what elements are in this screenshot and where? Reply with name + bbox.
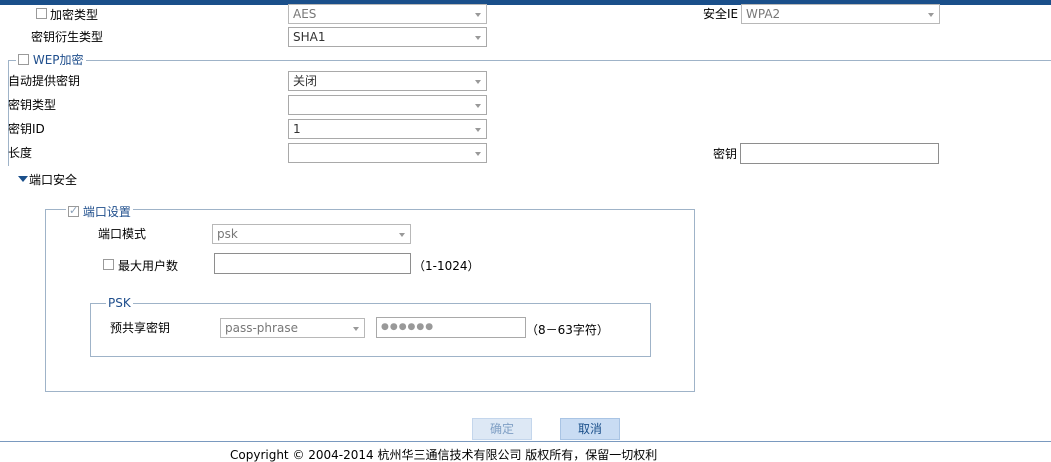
length-label: 长度	[8, 146, 33, 160]
key-derive-value: SHA1	[293, 30, 326, 44]
preshared-key-type-select[interactable]: pass-phrase	[220, 318, 365, 338]
port-security-title[interactable]: 端口安全	[29, 173, 77, 187]
security-ie-select[interactable]: WPA2	[741, 4, 940, 24]
chevron-down-icon	[475, 128, 481, 132]
port-mode-select[interactable]: psk	[212, 224, 411, 244]
chevron-down-icon	[399, 233, 405, 237]
key-type-select[interactable]	[288, 95, 487, 115]
key-input[interactable]	[740, 143, 939, 164]
max-users-input[interactable]	[214, 253, 411, 274]
cancel-button[interactable]: 取消	[560, 418, 620, 440]
auto-key-select[interactable]: 关闭	[288, 71, 487, 91]
psk-legend: PSK	[106, 296, 133, 310]
max-users-hint: （1-1024）	[413, 259, 480, 273]
auto-key-label: 自动提供密钥	[8, 74, 81, 88]
port-settings-legend: 端口设置	[66, 204, 133, 219]
port-settings-legend-text: 端口设置	[82, 205, 131, 219]
collapse-triangle-icon[interactable]	[18, 176, 28, 182]
security-ie-value: WPA2	[746, 7, 781, 21]
auto-key-value: 关闭	[293, 74, 318, 88]
wep-fieldset-border	[8, 60, 1051, 61]
wep-legend-text: WEP加密	[32, 53, 84, 67]
key-id-select[interactable]: 1	[288, 119, 487, 139]
port-settings-checkbox[interactable]	[68, 204, 79, 218]
chevron-down-icon	[928, 13, 934, 17]
footer-copyright: Copyright © 2004-2014 杭州华三通信技术有限公司 版权所有，…	[230, 448, 658, 462]
wep-legend: WEP加密	[16, 53, 86, 67]
preshared-key-label: 预共享密钥	[110, 321, 171, 335]
chevron-down-icon	[475, 104, 481, 108]
chevron-down-icon	[353, 327, 359, 331]
key-label: 密钥	[713, 147, 738, 161]
preshared-key-value: ●●●●●●	[381, 322, 435, 332]
preshared-key-input[interactable]: ●●●●●●	[376, 317, 526, 338]
wep-checkbox[interactable]	[18, 54, 29, 65]
port-mode-label: 端口模式	[98, 227, 147, 241]
key-id-label: 密钥ID	[8, 122, 45, 136]
length-select[interactable]	[288, 143, 487, 163]
chevron-down-icon	[475, 36, 481, 40]
key-derive-label: 密钥衍生类型	[31, 30, 104, 44]
security-ie-label: 安全IE	[703, 7, 739, 21]
preshared-key-type-value: pass-phrase	[225, 321, 298, 335]
preshared-key-hint: （8－63字符）	[526, 323, 609, 337]
key-type-label: 密钥类型	[8, 98, 57, 112]
enc-type-value: AES	[293, 7, 317, 21]
chevron-down-icon	[475, 152, 481, 156]
key-id-value: 1	[293, 122, 301, 136]
key-derive-select[interactable]: SHA1	[288, 27, 487, 47]
enc-type-select[interactable]: AES	[288, 4, 487, 24]
footer-divider	[0, 441, 1051, 442]
max-users-label: 最大用户数	[118, 259, 179, 273]
chevron-down-icon	[475, 13, 481, 17]
ok-button[interactable]: 确定	[472, 418, 532, 440]
enc-type-checkbox[interactable]	[36, 8, 47, 19]
port-mode-value: psk	[217, 227, 238, 241]
chevron-down-icon	[475, 80, 481, 84]
max-users-checkbox[interactable]	[103, 259, 114, 270]
enc-type-label: 加密类型	[50, 8, 99, 22]
